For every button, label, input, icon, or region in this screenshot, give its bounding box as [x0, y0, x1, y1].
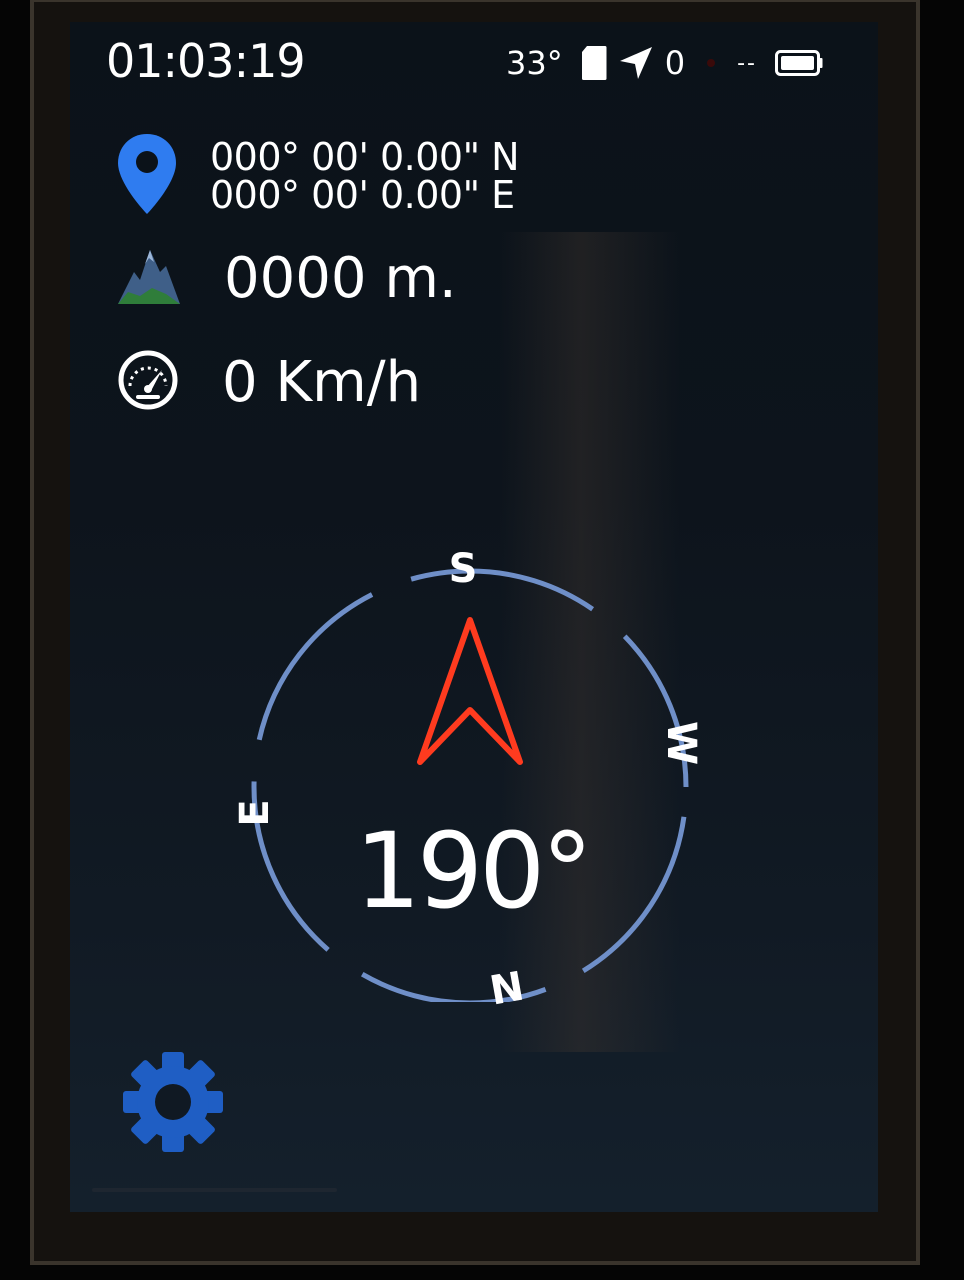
map-pin-icon [116, 132, 178, 220]
gps-screen: 01:03:19 33° 0 -- 000° 00' 0.00" N 000° … [70, 22, 878, 1212]
longitude-value: 000° 00' 0.00" E [210, 173, 515, 217]
speedometer-icon [116, 348, 180, 416]
signal-indicator: -- [737, 50, 757, 76]
compass: S W N E 190° [232, 542, 704, 1015]
clock: 01:03:19 [106, 34, 306, 88]
compass-label-top: S [448, 546, 478, 592]
latitude-value: 000° 00' 0.00" N [210, 135, 520, 179]
status-bar: 01:03:19 33° 0 -- [70, 22, 878, 102]
compass-label-right: W [658, 720, 704, 766]
navigation-arrow-icon [619, 46, 653, 80]
altitude-value: 0000 m. [224, 245, 457, 311]
status-indicators: 33° 0 -- [506, 44, 823, 82]
sd-card-icon [581, 45, 607, 81]
heading-arrow [417, 617, 523, 765]
compass-label-bottom: N [486, 963, 528, 1015]
location-row: 000° 00' 0.00" N 000° 00' 0.00" E [116, 132, 520, 220]
heading-readout: 190° [354, 810, 594, 932]
battery-icon [775, 50, 823, 76]
mountain-icon [116, 244, 182, 312]
altitude-row: 0000 m. [116, 244, 457, 312]
gear-icon [123, 1052, 223, 1152]
speed-row: 0 Km/h [116, 348, 421, 416]
compass-ring [251, 568, 689, 1002]
satellite-count: 0 [664, 44, 686, 82]
bottom-divider [92, 1188, 337, 1192]
speed-value: 0 Km/h [222, 349, 422, 415]
temperature-readout: 33° [506, 44, 563, 82]
settings-button[interactable] [118, 1047, 228, 1157]
coordinates: 000° 00' 0.00" N 000° 00' 0.00" E [210, 135, 520, 217]
recording-dot-icon [707, 59, 716, 67]
